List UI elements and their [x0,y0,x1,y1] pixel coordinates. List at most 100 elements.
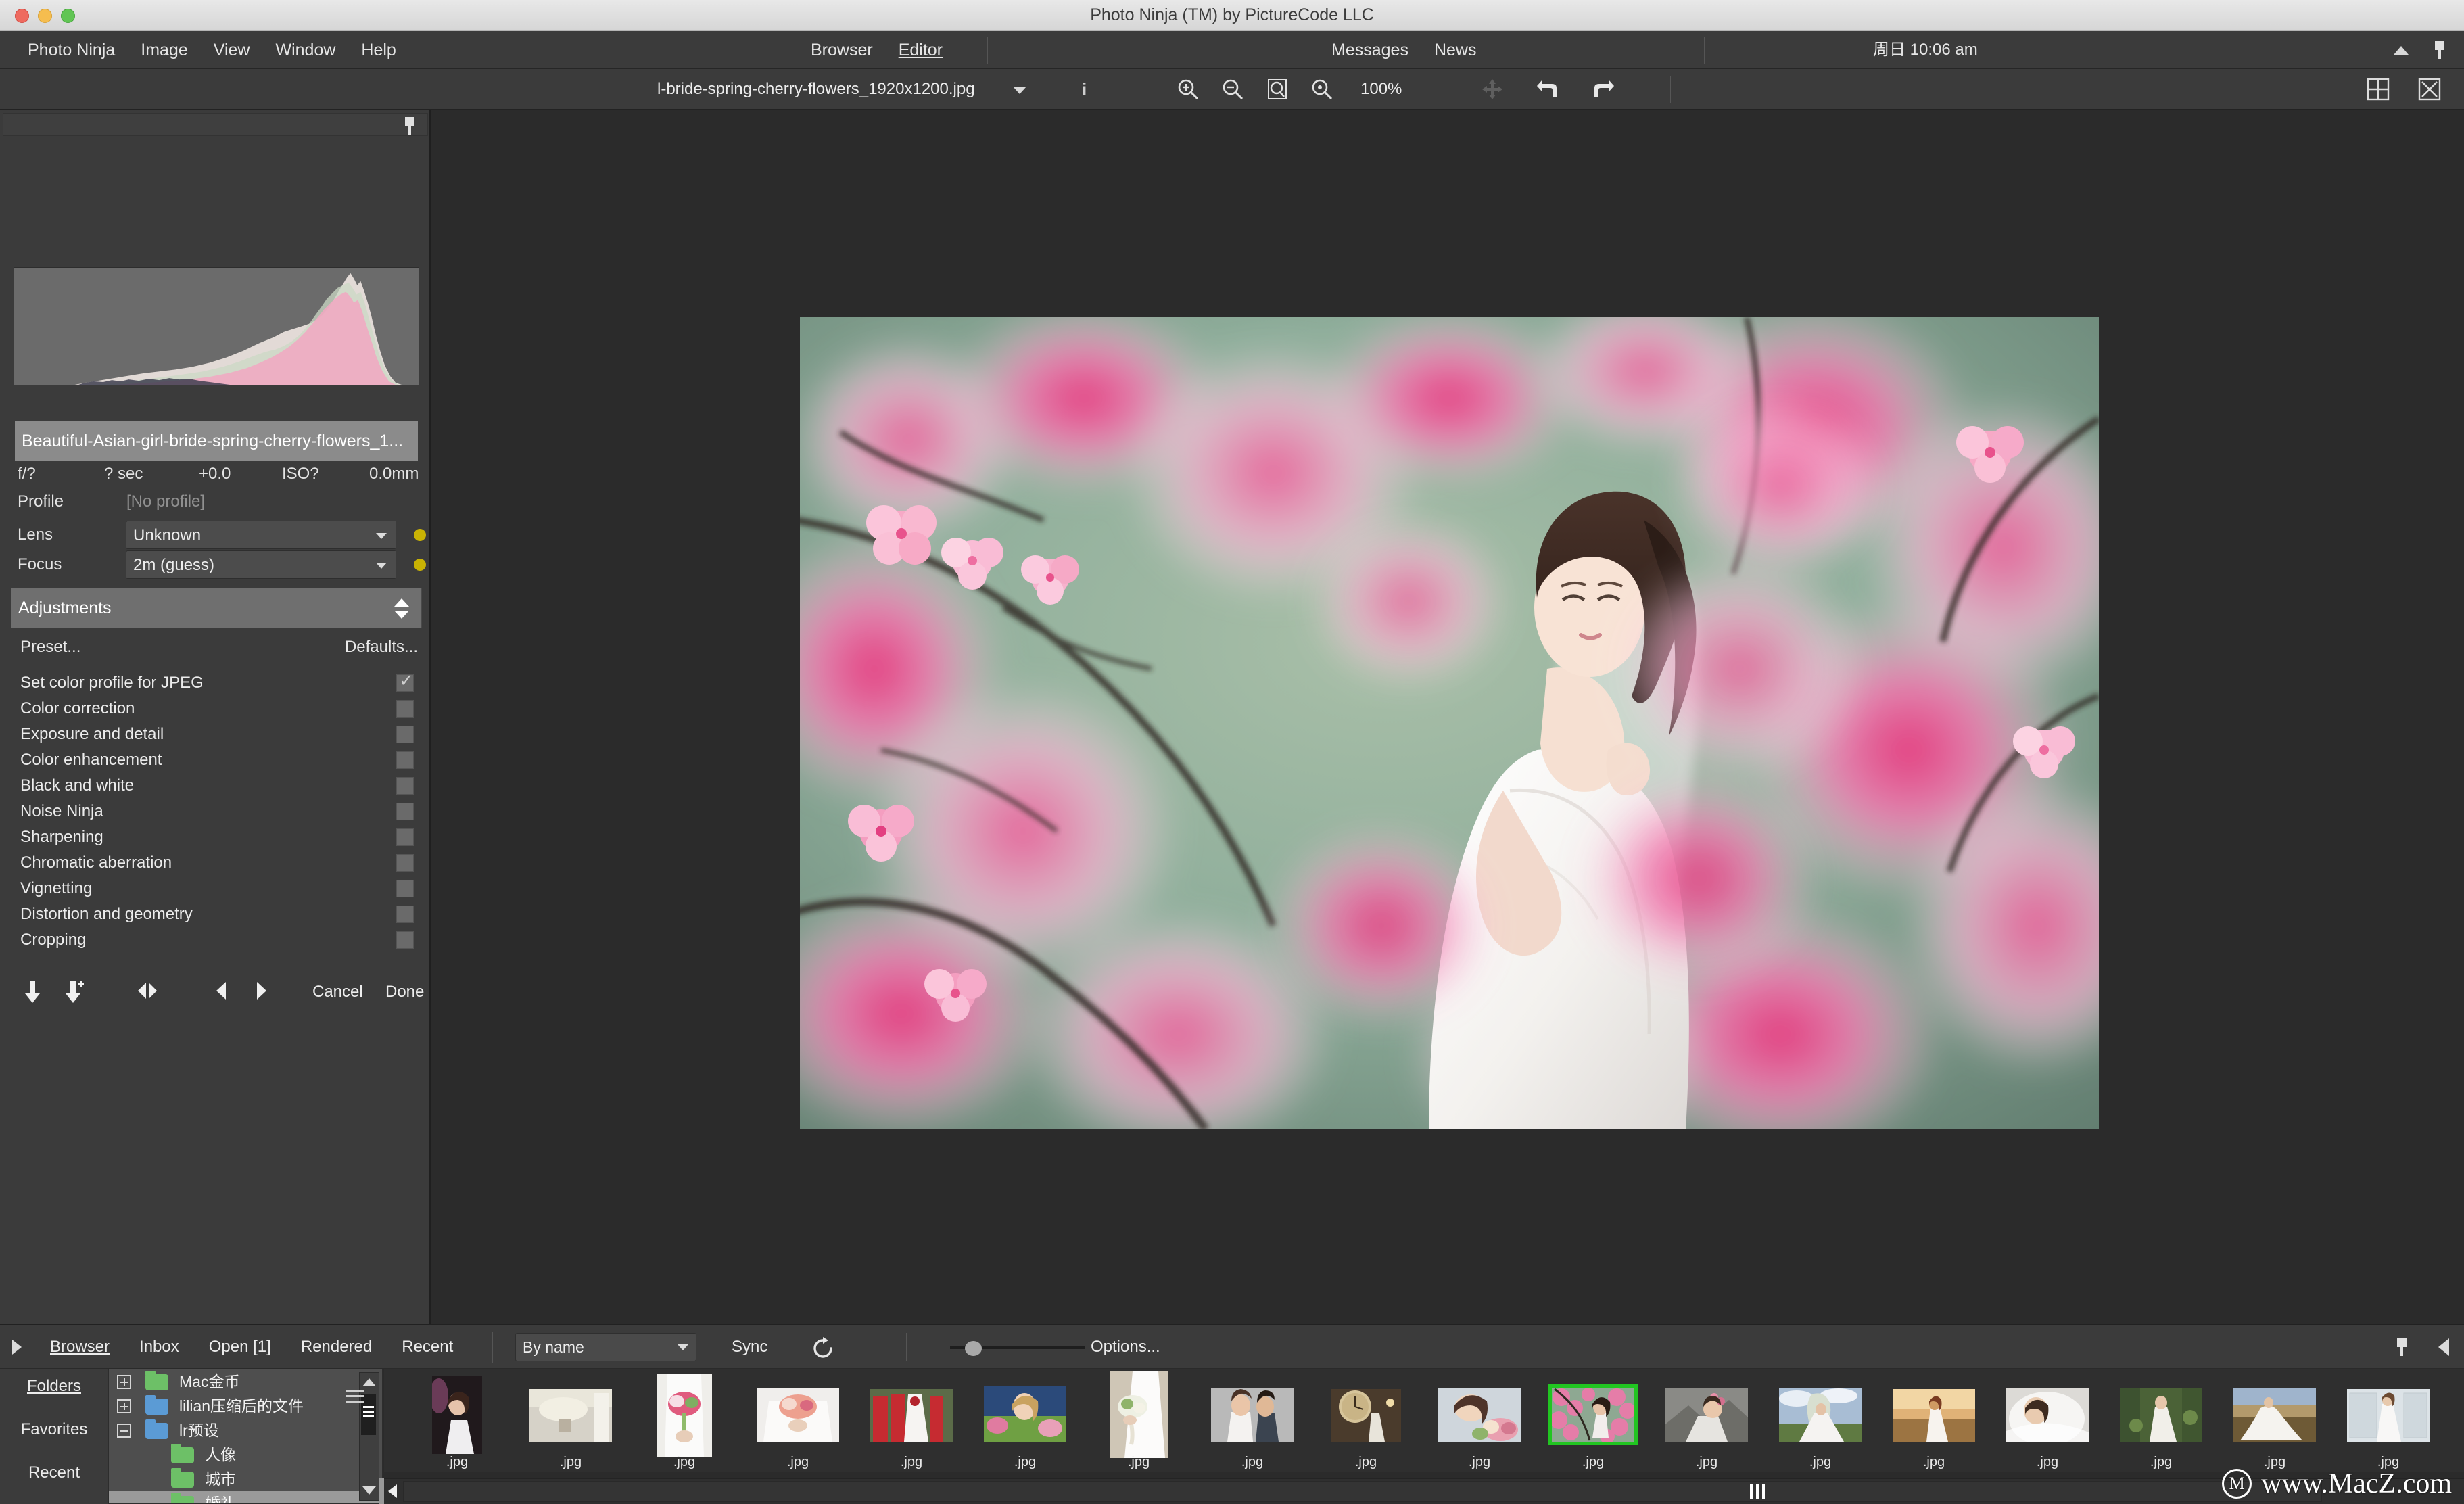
thumbnail-image[interactable] [757,1388,839,1442]
expand-icon[interactable] [117,1399,131,1413]
adjustments-header[interactable]: Adjustments [11,588,422,628]
menu-help[interactable]: Help [348,31,408,69]
tree-row[interactable]: 人像 [109,1442,382,1467]
thumbnail-size-slider[interactable] [950,1341,1085,1356]
thumbnail-image[interactable] [432,1376,482,1454]
tree-options-icon[interactable] [346,1390,364,1403]
thumbnail-image[interactable] [1211,1388,1294,1442]
collapse-left-icon[interactable] [2438,1338,2449,1356]
defaults-button[interactable]: Defaults... [345,638,418,657]
collapse-icon[interactable] [117,1424,131,1438]
menu-view[interactable]: View [201,31,263,69]
current-file-label[interactable]: l-bride-spring-cherry-flowers_1920x1200.… [657,69,975,110]
scroll-grip[interactable] [1750,1484,1765,1499]
preset-button[interactable]: Preset... [20,638,80,657]
adjustment-row[interactable]: Sharpening [15,824,421,850]
thumbnail-item[interactable]: .jpg [1314,1369,1417,1472]
thumbnail-image[interactable] [1110,1371,1168,1458]
mode-editor[interactable]: Editor [886,31,955,69]
tree-row[interactable]: Mac金币 [109,1369,382,1394]
pan-icon[interactable] [1481,78,1504,101]
slider-knob[interactable] [965,1341,982,1356]
filename-field[interactable]: Beautiful-Asian-girl-bride-spring-cherry… [15,421,418,461]
thumbnail-item[interactable]: .jpg [1428,1369,1531,1472]
cancel-button[interactable]: Cancel [312,977,363,1007]
pin-icon[interactable] [2433,41,2446,59]
chevron-down-icon[interactable] [366,521,396,548]
main-photo[interactable] [800,317,2099,1129]
menu-messages[interactable]: Messages [1319,31,1421,69]
save-down-icon[interactable] [23,980,42,1004]
pin-icon[interactable] [2395,1338,2409,1356]
adjustment-row[interactable]: Black and white [15,773,421,799]
thumbnail-image[interactable] [1438,1388,1521,1442]
thumbnail-item[interactable]: .jpg [1087,1369,1190,1472]
nav-recent[interactable]: Recent [0,1463,108,1482]
tree-row[interactable]: lilian压缩后的文件 [109,1394,382,1418]
thumbnail-image[interactable] [2006,1388,2089,1442]
prev-icon[interactable] [214,980,230,1002]
thumbnail-item[interactable]: .jpg [2337,1369,2440,1472]
next-icon[interactable] [253,980,269,1002]
thumbnail-image[interactable] [1548,1384,1638,1445]
close-icon[interactable] [2418,78,2441,101]
thumbnail-item[interactable]: .jpg [1996,1369,2099,1472]
sort-select[interactable]: By name [515,1333,696,1361]
chevron-down-icon[interactable] [669,1334,696,1361]
adjustment-checkbox[interactable] [396,803,414,820]
adjustment-row[interactable]: Exposure and detail [15,722,421,747]
adjustment-checkbox[interactable] [396,777,414,795]
lens-select[interactable]: Unknown [126,521,396,549]
scroll-up-icon[interactable] [362,1378,376,1386]
thumbnail-item-selected[interactable]: .jpg [1542,1369,1644,1472]
fit-to-window-icon[interactable] [1266,78,1289,101]
adjustment-row[interactable]: Chromatic aberration [15,850,421,876]
adjustment-checkbox[interactable] [396,751,414,769]
zoom-actual-icon[interactable] [1310,78,1333,101]
zoom-in-icon[interactable] [1177,78,1200,101]
adjustment-row[interactable]: Color enhancement [15,747,421,773]
menu-window[interactable]: Window [262,31,348,69]
undo-icon[interactable] [1536,78,1559,100]
redo-icon[interactable] [1592,78,1615,100]
thumbnail-image[interactable] [2120,1388,2202,1442]
tab-inbox[interactable]: Inbox [124,1325,194,1369]
updown-chevron-icon[interactable] [393,598,410,619]
nav-folders[interactable]: Folders [0,1377,108,1396]
focus-select[interactable]: 2m (guess) [126,550,396,579]
pin-icon[interactable] [403,117,417,135]
thumbnail-image[interactable] [1893,1389,1975,1442]
thumbnail-item[interactable]: .jpg [1882,1369,1985,1472]
thumbnail-item[interactable]: .jpg [860,1369,963,1472]
tree-row[interactable]: 城市 [109,1467,382,1491]
thumbnail-image[interactable] [1779,1388,1862,1442]
compare-icon[interactable] [135,980,160,1002]
adjustment-checkbox[interactable] [396,700,414,718]
tab-browser[interactable]: Browser [35,1325,124,1369]
adjustment-row[interactable]: Set color profile for JPEG [15,670,421,696]
adjustment-row[interactable]: Cropping [15,927,421,953]
folder-tree[interactable]: Mac金币 lilian压缩后的文件 lr预设 人像 城市 婚礼 [108,1369,383,1504]
done-button[interactable]: Done [385,977,424,1007]
adjustment-row[interactable]: Color correction [15,696,421,722]
thumbnail-item[interactable]: .jpg [747,1369,849,1472]
thumbnail-image[interactable] [2347,1389,2430,1442]
thumbnail-image[interactable] [2233,1388,2316,1442]
options-button[interactable]: Options... [1091,1325,1160,1369]
chevron-down-icon[interactable] [366,551,396,578]
scroll-left-icon[interactable] [388,1484,397,1498]
adjustment-row[interactable]: Distortion and geometry [15,901,421,927]
thumbnail-item[interactable]: .jpg [633,1369,736,1472]
thumbnail-image[interactable] [657,1374,712,1457]
scroll-down-icon[interactable] [362,1486,376,1495]
tab-recent[interactable]: Recent [387,1325,468,1369]
adjustment-checkbox[interactable] [396,726,414,743]
adjustment-row[interactable]: Vignetting [15,876,421,901]
scroll-trough[interactable] [403,1481,2322,1502]
thumbnail-item[interactable]: .jpg [519,1369,622,1472]
info-icon[interactable]: i [1082,69,1087,110]
adjustment-checkbox[interactable] [396,828,414,846]
tab-rendered[interactable]: Rendered [286,1325,387,1369]
thumbnail-image[interactable] [1665,1388,1748,1442]
thumbnail-strip[interactable]: .jpg .jpg .jpg .jpg .jpg .jpg .jpg .jpg … [384,1369,2464,1472]
